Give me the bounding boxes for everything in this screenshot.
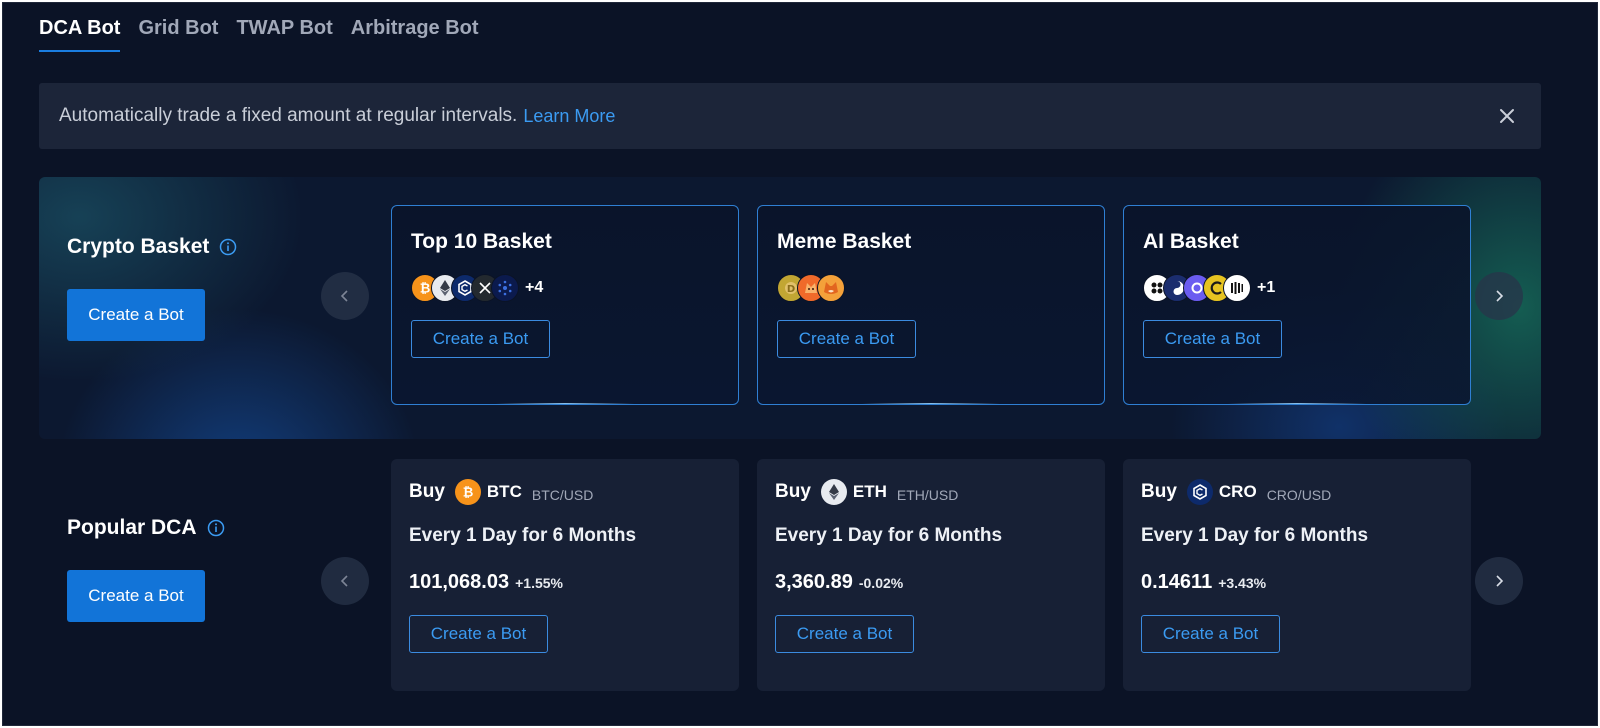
basket-card-top-10[interactable]: Top 10 Basket ₿ +4 Create a Bot	[391, 205, 739, 405]
trading-pair: CRO/USD	[1266, 487, 1332, 503]
cardano-icon	[491, 274, 519, 302]
tab-dca-bot[interactable]: DCA Bot	[39, 17, 121, 52]
coin-symbol: CRO	[1218, 482, 1257, 501]
price-change: +1.55%	[515, 575, 563, 591]
buy-row: Buy CRO CRO/USD	[1141, 479, 1331, 505]
coin-symbol: BTC	[486, 482, 522, 501]
chevron-right-icon	[1496, 575, 1504, 587]
basket-coin-row: +1	[1143, 274, 1275, 302]
info-banner: Automatically trade a fixed amount at re…	[39, 83, 1541, 149]
trading-pair: ETH/USD	[896, 487, 959, 503]
buy-row: Buy ETH ETH/USD	[775, 479, 958, 505]
btc-create-button[interactable]: Create a Bot	[409, 615, 548, 653]
svg-text:₿: ₿	[463, 486, 474, 501]
chevron-left-icon	[340, 290, 348, 302]
buy-row: Buy ₿ BTC BTC/USD	[409, 479, 593, 505]
info-icon[interactable]	[207, 519, 225, 537]
basket-next-button[interactable]	[1475, 272, 1523, 320]
tab-arbitrage-bot[interactable]: Arbitrage Bot	[351, 17, 479, 52]
info-icon[interactable]	[219, 238, 237, 256]
buy-label: Buy	[775, 481, 811, 502]
popular-dca-title: Popular DCA	[67, 516, 197, 539]
bitcoin-icon: ₿	[454, 479, 481, 505]
crypto-basket-create-button[interactable]: Create a Bot	[67, 289, 205, 341]
dca-frequency: Every 1 Day for 6 Months	[409, 525, 637, 546]
buy-label: Buy	[1141, 481, 1177, 502]
coin-price: 3,360.89	[775, 571, 853, 593]
coin-symbol: ETH	[852, 482, 887, 501]
price-row: 3,360.89 -0.02%	[775, 571, 903, 594]
dca-frequency: Every 1 Day for 6 Months	[775, 525, 1003, 546]
basket-coin-row: ₿ +4	[411, 274, 543, 302]
ai-create-button[interactable]: Create a Bot	[1143, 320, 1282, 358]
tab-twap-bot[interactable]: TWAP Bot	[236, 17, 332, 52]
coin-price: 101,068.03	[409, 571, 510, 593]
coin-price: 0.14611	[1141, 571, 1213, 593]
basket-prev-button[interactable]	[321, 272, 369, 320]
buy-label: Buy	[409, 481, 445, 502]
close-icon[interactable]	[1497, 106, 1517, 126]
basket-card-title: Meme Basket	[777, 230, 912, 253]
basket-card-ai[interactable]: AI Basket +1 Create a Bot	[1123, 205, 1471, 405]
price-row: 0.14611 +3.43%	[1141, 571, 1266, 594]
popular-next-button[interactable]	[1475, 557, 1523, 605]
svg-text:₿: ₿	[420, 282, 431, 297]
cronos-icon	[1186, 479, 1213, 505]
chevron-right-icon	[1496, 290, 1504, 302]
dca-frequency: Every 1 Day for 6 Months	[1141, 525, 1369, 546]
shiba-icon	[817, 274, 845, 302]
banner-text: Automatically trade a fixed amount at re…	[59, 105, 518, 126]
price-row: 101,068.03 +1.55%	[409, 571, 563, 594]
trading-pair: BTC/USD	[531, 487, 594, 503]
dca-bot-page: DCA Bot Grid Bot TWAP Bot Arbitrage Bot …	[2, 2, 1598, 726]
basket-card-meme[interactable]: Meme Basket D Create a Bot	[757, 205, 1105, 405]
dca-card-eth[interactable]: Buy ETH ETH/USD Every 1 Day for 6 Months…	[757, 459, 1105, 691]
dca-card-cro[interactable]: Buy CRO CRO/USD Every 1 Day for 6 Months…	[1123, 459, 1471, 691]
basket-card-title: Top 10 Basket	[411, 230, 552, 253]
price-change: -0.02%	[858, 575, 904, 591]
more-coins-count: +1	[1257, 279, 1276, 296]
popular-prev-button[interactable]	[321, 557, 369, 605]
basket-coin-row: D	[777, 274, 851, 302]
dca-card-btc[interactable]: Buy ₿ BTC BTC/USD Every 1 Day for 6 Mont…	[391, 459, 739, 691]
crypto-basket-heading: Crypto Basket	[67, 235, 237, 259]
more-coins-count: +4	[525, 279, 544, 296]
price-change: +3.43%	[1218, 575, 1267, 591]
top-10-create-button[interactable]: Create a Bot	[411, 320, 550, 358]
tab-grid-bot[interactable]: Grid Bot	[138, 17, 218, 52]
basket-card-title: AI Basket	[1143, 230, 1239, 253]
learn-more-link[interactable]: Learn More	[523, 106, 615, 127]
crypto-basket-title: Crypto Basket	[67, 235, 210, 258]
chevron-left-icon	[340, 575, 348, 587]
svg-text:D: D	[787, 284, 795, 295]
meme-create-button[interactable]: Create a Bot	[777, 320, 916, 358]
ethereum-icon	[820, 479, 847, 505]
cro-create-button[interactable]: Create a Bot	[1141, 615, 1280, 653]
ai-coin-5-icon	[1223, 274, 1251, 302]
bot-type-tabs: DCA Bot Grid Bot TWAP Bot Arbitrage Bot	[39, 17, 479, 52]
eth-create-button[interactable]: Create a Bot	[775, 615, 914, 653]
popular-dca-create-button[interactable]: Create a Bot	[67, 570, 205, 622]
popular-dca-heading: Popular DCA	[67, 516, 225, 540]
